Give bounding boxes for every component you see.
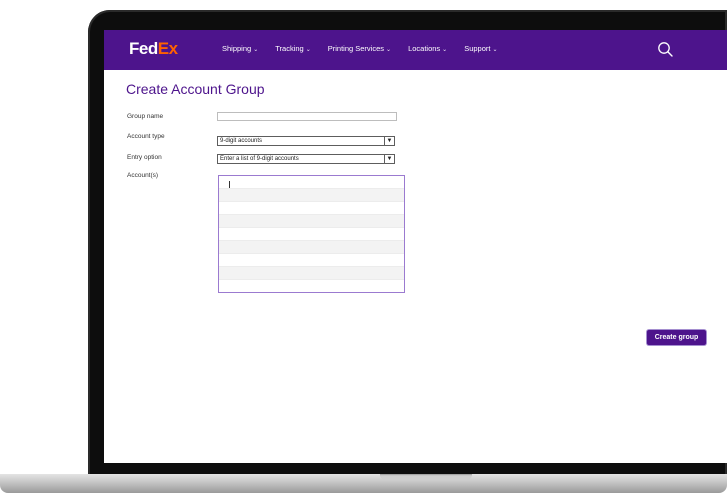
nav-printing-services[interactable]: Printing Services ⌄ xyxy=(328,44,391,53)
group-name-label: Group name xyxy=(127,113,164,120)
dropdown-arrow-icon: ▼ xyxy=(384,137,394,145)
nav-tracking-label: Tracking xyxy=(275,44,304,53)
nav-tracking[interactable]: Tracking ⌄ xyxy=(275,44,311,53)
account-type-value: 9-digit accounts xyxy=(220,138,263,144)
top-navigation-bar: FedEx Shipping ⌄ Tracking ⌄ Printing Servi… xyxy=(104,30,727,70)
chevron-down-icon: ⌄ xyxy=(386,47,392,53)
entry-option-label: Entry option xyxy=(127,154,162,161)
account-type-label: Account type xyxy=(127,133,165,140)
search-icon[interactable] xyxy=(657,41,674,58)
fedex-logo[interactable]: FedEx xyxy=(129,39,178,59)
nav-support-label: Support xyxy=(464,44,491,53)
browser-screen: FedEx Shipping ⌄ Tracking ⌄ Printing Servi… xyxy=(104,30,727,463)
nav-shipping-label: Shipping xyxy=(222,44,252,53)
textarea-line xyxy=(219,202,404,215)
nav-locations[interactable]: Locations ⌄ xyxy=(408,44,447,53)
entry-option-select[interactable]: Enter a list of 9-digit accounts ▼ xyxy=(217,154,395,164)
nav-support[interactable]: Support ⌄ xyxy=(464,44,497,53)
chevron-down-icon: ⌄ xyxy=(305,47,311,53)
accounts-label: Account(s) xyxy=(127,172,159,179)
nav-shipping[interactable]: Shipping ⌄ xyxy=(222,44,258,53)
group-name-input[interactable] xyxy=(217,112,397,121)
textarea-line xyxy=(219,241,404,254)
chevron-down-icon: ⌄ xyxy=(442,47,448,53)
logo-fed: Fed xyxy=(129,39,158,58)
chevron-down-icon: ⌄ xyxy=(492,47,498,53)
textarea-line xyxy=(219,215,404,228)
laptop-notch xyxy=(380,474,472,480)
account-type-select[interactable]: 9-digit accounts ▼ xyxy=(217,136,395,146)
entry-option-value: Enter a list of 9-digit accounts xyxy=(220,156,299,162)
nav-printing-services-label: Printing Services xyxy=(327,44,385,53)
textarea-line xyxy=(219,189,404,202)
textarea-line xyxy=(219,228,404,241)
textarea-line xyxy=(219,254,404,267)
main-nav: Shipping ⌄ Tracking ⌄ Printing Services ⌄ L… xyxy=(222,44,498,53)
dropdown-arrow-icon: ▼ xyxy=(384,155,394,163)
textarea-line xyxy=(219,280,404,292)
logo-ex: Ex xyxy=(157,39,178,58)
textarea-line xyxy=(219,267,404,280)
create-group-button[interactable]: Create group xyxy=(647,330,706,345)
nav-locations-label: Locations xyxy=(408,44,441,53)
chevron-down-icon: ⌄ xyxy=(253,47,259,53)
textarea-line xyxy=(219,176,404,189)
text-cursor xyxy=(229,181,230,188)
page-title: Create Account Group xyxy=(126,81,265,97)
accounts-textarea[interactable] xyxy=(218,175,405,293)
laptop-base xyxy=(0,474,727,493)
